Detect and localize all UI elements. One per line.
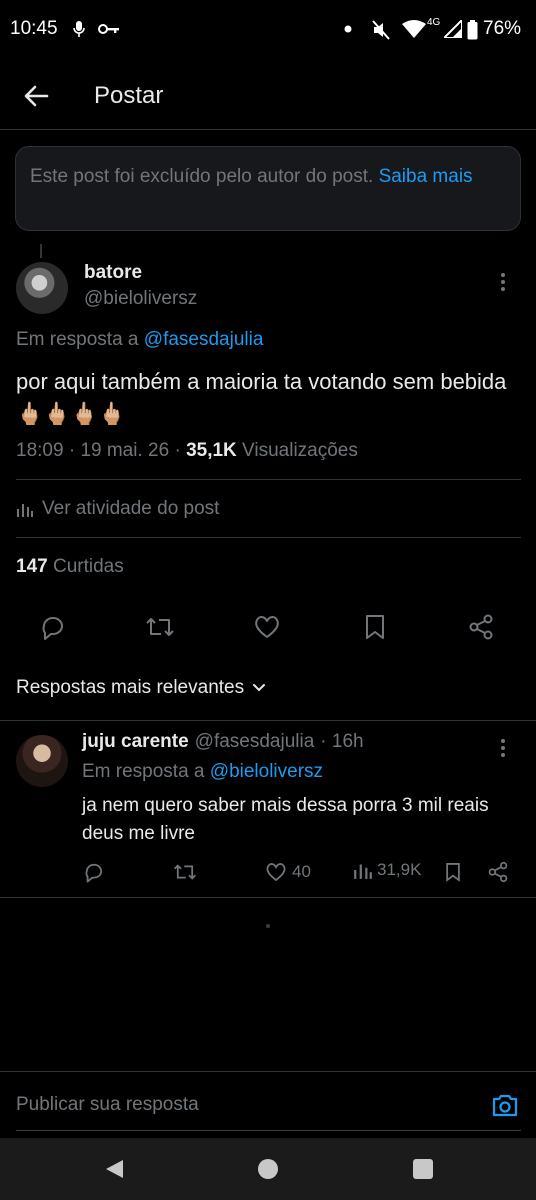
reply-age: · 16h [320,731,364,752]
reply-avatar[interactable] [16,735,68,787]
post-time: 18:09 [16,440,64,461]
sort-label: Respostas mais relevantes [16,677,245,698]
reply-views-button[interactable]: 31,9K [353,860,421,880]
header-divider [0,129,536,130]
views-label: Visualizações [242,440,358,461]
likes-summary[interactable]: 147 Curtidas [16,556,124,578]
analytics-icon [17,504,33,517]
back-arrow-icon [24,85,49,107]
post-meta: 18:09 · 19 mai. 26 · 35,1K Visualizações [16,440,358,461]
post-text: por aqui também a maioria ta votando sem… [16,369,507,426]
chevron-down-icon [253,684,266,692]
heart-icon [266,863,286,882]
divider [16,537,521,538]
author-handle[interactable]: @bieloliversz [84,288,197,310]
key-icon [98,23,120,35]
reply-reply-to-prefix: Em resposta a [82,761,205,782]
nav-back-icon[interactable] [103,1158,125,1180]
divider [0,897,536,898]
reply-likes-count: 40 [292,862,311,881]
network-type: 4G [427,17,441,28]
reply-bookmark-icon[interactable] [442,860,464,884]
reply-to-prefix: Em resposta a [16,329,139,350]
reply-icon[interactable] [38,612,70,644]
divider [0,1071,536,1072]
loading-indicator [266,924,270,928]
reply-author-name[interactable]: juju carente [82,731,189,753]
share-icon[interactable] [466,612,498,644]
wifi-icon [402,20,426,38]
microphone-icon [73,20,85,38]
page-title: Postar [94,82,164,109]
activity-label: Ver atividade do post [42,498,220,519]
learn-more-link[interactable]: Saiba mais [379,166,473,187]
views-count: 35,1K [186,440,237,461]
post-date: 19 mai. 26 [80,440,170,461]
reply-share-icon[interactable] [486,860,510,884]
bookmark-icon[interactable] [360,612,392,644]
reply-reply-to-handle[interactable]: @bieloliversz [210,761,323,782]
post-activity-link[interactable]: Ver atividade do post [16,498,219,520]
reply-to-line: Em resposta a @fasesdajulia [16,329,263,351]
thread-line [40,244,42,258]
mute-icon [372,20,390,40]
avatar[interactable] [16,262,68,314]
status-bar: 10:45 4G 76% [0,0,536,60]
camera-icon[interactable] [491,1092,519,1118]
reply-views-count: 31,9K [377,860,422,879]
reply-header: juju carente @fasesdajulia · 16h [82,731,364,753]
reply-reply-to-line: Em resposta a @bieloliversz [82,761,323,783]
repost-icon[interactable] [144,612,176,644]
reply-reply-icon[interactable] [82,860,106,884]
nav-recents-icon[interactable] [413,1159,433,1179]
analytics-icon [354,864,372,879]
divider [16,479,521,480]
likes-label: Curtidas [52,556,124,577]
reply-like-button[interactable]: 40 [264,860,311,884]
notification-dot-icon [344,25,352,33]
status-time: 10:45 [10,18,58,39]
signal-icon [444,20,462,38]
like-icon[interactable] [252,612,284,644]
reply-compose-input[interactable]: Publicar sua resposta [16,1094,199,1116]
reply-repost-icon[interactable] [172,860,198,884]
author-name[interactable]: batore [84,262,142,284]
replies-sort-dropdown[interactable]: Respostas mais relevantes [16,677,266,699]
battery-percent: 76% [483,18,522,39]
reply-more-options-icon[interactable] [500,738,506,758]
deleted-post-notice: Este post foi excluído pelo autor do pos… [15,146,521,231]
divider [0,720,536,721]
battery-icon [467,20,478,40]
more-options-icon[interactable] [500,272,506,292]
reply-author-handle[interactable]: @fasesdajulia [195,731,315,753]
system-nav-bar [0,1138,536,1200]
likes-count: 147 [16,556,48,577]
reply-text: ja nem quero saber mais dessa porra 3 mi… [82,795,489,844]
deleted-notice-text: Este post foi excluído pelo autor do pos… [30,166,374,187]
nav-home-icon[interactable] [257,1158,279,1180]
back-button[interactable] [20,80,52,112]
reply-to-handle[interactable]: @fasesdajulia [144,329,264,350]
compose-underline [16,1130,521,1131]
